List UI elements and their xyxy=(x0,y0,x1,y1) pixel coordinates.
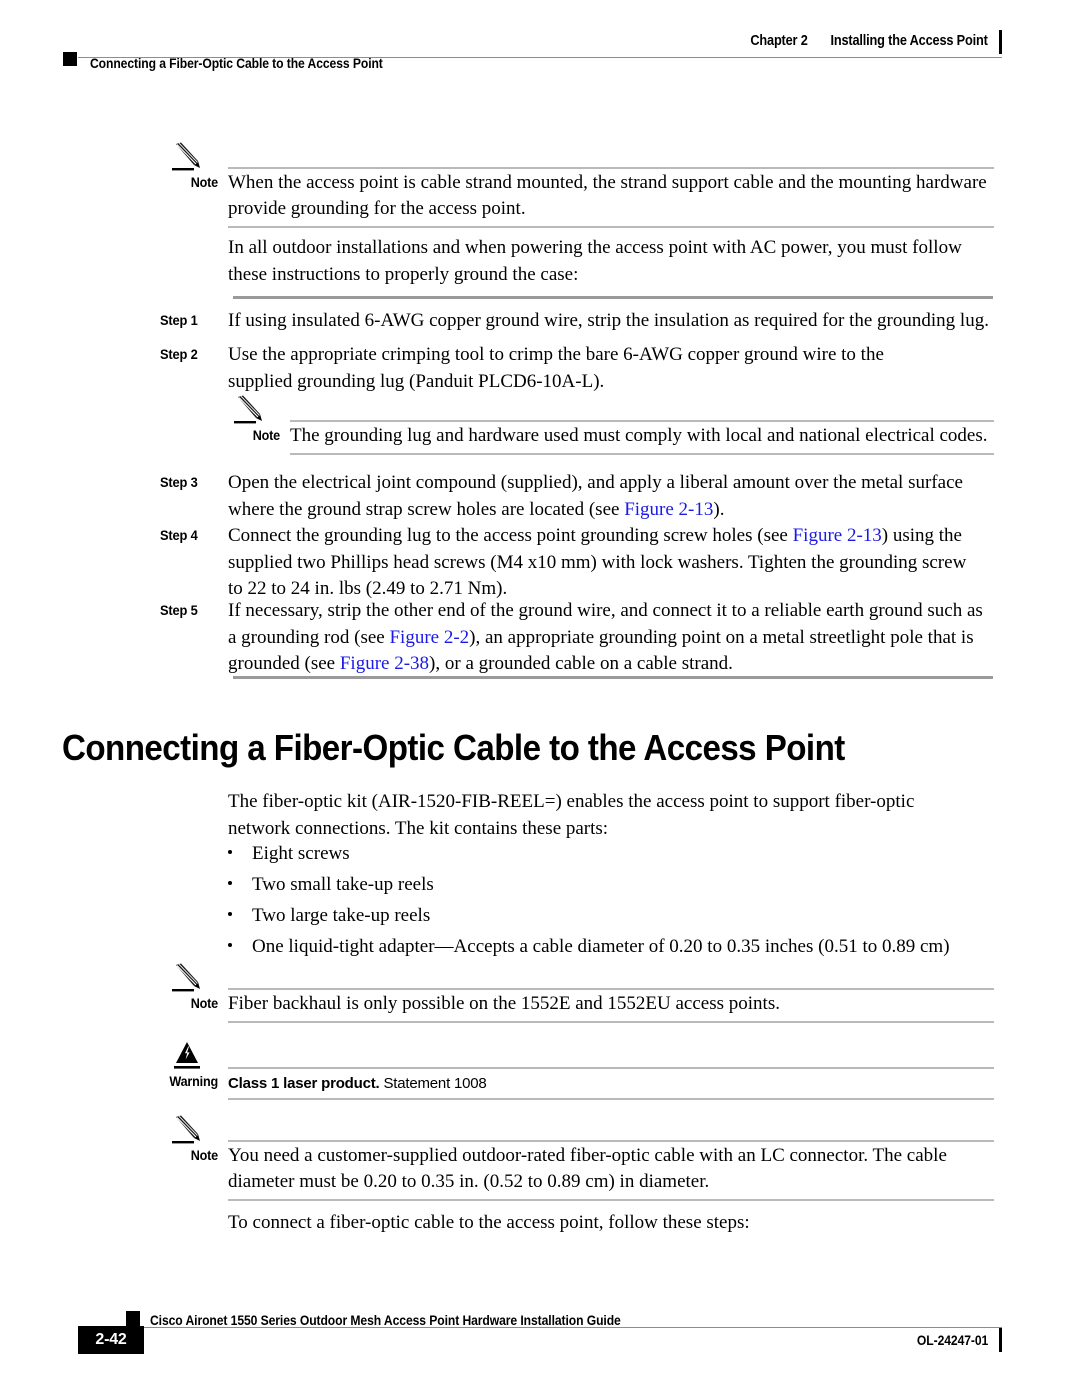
warning-text: Class 1 laser product. Statement 1008 xyxy=(228,1070,994,1097)
step-4-text-before: Connect the grounding lug to the access … xyxy=(228,525,793,546)
page-title: Connecting a Fiber-Optic Cable to the Ac… xyxy=(62,727,845,768)
header-chapter-number: Chapter 2 xyxy=(750,33,808,49)
step-2-text: Use the appropriate crimping tool to cri… xyxy=(228,344,884,392)
note-rule-bottom xyxy=(228,226,994,228)
header-tick-mark xyxy=(999,30,1002,54)
step-3-label: Step 3 xyxy=(160,474,198,490)
note-pencil-icon xyxy=(172,963,212,995)
steps-rule-bottom xyxy=(233,676,993,679)
step-3-text-before: Open the electrical joint compound (supp… xyxy=(228,472,963,520)
note-rule-top xyxy=(290,420,994,422)
note-pencil-icon xyxy=(234,395,274,427)
step-3-text: Open the electrical joint compound (supp… xyxy=(228,470,993,523)
warning-text-bold: Class 1 laser product. xyxy=(228,1075,380,1092)
note-pencil-icon xyxy=(172,142,212,174)
footer-square-bullet-icon xyxy=(126,1311,140,1326)
list-item-label: Two large take-up reels xyxy=(252,905,431,926)
header-section-title: Connecting a Fiber-Optic Cable to the Ac… xyxy=(90,56,383,71)
note-rule-top xyxy=(228,167,994,169)
note-label: Note xyxy=(190,174,218,190)
list-item-label: Two small take-up reels xyxy=(252,874,434,895)
step-4-text: Connect the grounding lug to the access … xyxy=(228,523,976,603)
note-label: Note xyxy=(190,995,218,1011)
header-chapter-title: Installing the Access Point xyxy=(830,33,988,49)
steps-rule-top xyxy=(233,296,993,299)
bullet-dot-icon xyxy=(228,850,232,854)
step-5-text: If necessary, strip the other end of the… xyxy=(228,598,993,678)
step-3-text-after: ). xyxy=(713,498,725,520)
step-3-figure-link[interactable]: Figure 2-13 xyxy=(624,499,713,520)
intro-paragraph: In all outdoor installations and when po… xyxy=(228,237,962,285)
step-5-figure-link-2[interactable]: Figure 2-38 xyxy=(340,653,429,674)
header-chapter-info: Chapter 2 Installing the Access Point xyxy=(751,33,988,49)
bullet-dot-icon xyxy=(228,881,232,885)
note-block-2: Note The grounding lug and hardware used… xyxy=(222,395,994,457)
bullet-dot-icon xyxy=(228,943,232,947)
page-footer: Cisco Aironet 1550 Series Outdoor Mesh A… xyxy=(0,1300,1080,1397)
note-pencil-icon xyxy=(172,1115,212,1147)
note-label: Note xyxy=(190,1147,218,1163)
note-rule-bottom xyxy=(228,1199,994,1201)
list-item-label: One liquid-tight adapter—Accepts a cable… xyxy=(252,936,950,957)
note-rule-bottom xyxy=(290,453,994,455)
footer-tick-mark xyxy=(999,1328,1002,1352)
header-square-bullet-icon xyxy=(63,52,77,66)
footer-guide-title: Cisco Aironet 1550 Series Outdoor Mesh A… xyxy=(150,1313,621,1328)
note-text-line-2: must be 0.20 to 0.35 in. (0.52 to 0.89 c… xyxy=(299,1171,710,1192)
step-5-label: Step 5 xyxy=(160,602,198,618)
note-text: When the access point is cable strand mo… xyxy=(228,172,987,219)
closing-paragraph: To connect a fiber-optic cable to the ac… xyxy=(228,1212,750,1233)
step-2-label: Step 2 xyxy=(160,346,198,362)
note-text: You need a customer-supplied outdoor-rat… xyxy=(228,1143,1008,1195)
bullet-dot-icon xyxy=(228,912,232,916)
note-rule-top xyxy=(228,988,994,990)
footer-document-number: OL-24247-01 xyxy=(916,1333,988,1348)
note-rule-bottom xyxy=(228,1021,994,1023)
step-5-figure-link-1[interactable]: Figure 2-2 xyxy=(389,627,469,648)
section-intro-paragraph: The fiber-optic kit (AIR-1520-FIB-REEL=)… xyxy=(228,791,915,839)
note-block-3: Note Fiber backhaul is only possible on … xyxy=(160,963,994,1023)
step-4-label: Step 4 xyxy=(160,527,198,543)
warning-label: Warning xyxy=(169,1073,218,1089)
step-1-label: Step 1 xyxy=(160,312,198,328)
note-text: The grounding lug and hardware used must… xyxy=(290,425,988,446)
warning-rule-bottom xyxy=(228,1098,994,1100)
note-block-1: Note When the access point is cable stra… xyxy=(160,142,994,228)
warning-text-rest: Statement 1008 xyxy=(379,1075,487,1092)
note-text: Fiber backhaul is only possible on the 1… xyxy=(228,993,780,1014)
footer-rule xyxy=(140,1327,1002,1328)
note-block-4: Note You need a customer-supplied outdoo… xyxy=(160,1115,994,1201)
step-4-figure-link[interactable]: Figure 2-13 xyxy=(793,525,882,546)
warning-rule-top xyxy=(228,1067,994,1069)
page-header: Chapter 2 Installing the Access Point Con… xyxy=(0,0,1080,100)
step-1-text: If using insulated 6-AWG copper ground w… xyxy=(228,310,989,331)
list-item-label: Eight screws xyxy=(252,843,350,864)
warning-block: Warning Class 1 laser product. Statement… xyxy=(160,1040,994,1102)
footer-page-number: 2-42 xyxy=(95,1331,127,1348)
note-label: Note xyxy=(252,427,280,443)
warning-triangle-icon xyxy=(174,1040,214,1072)
step-5-text-after: ), or a grounded cable on a cable strand… xyxy=(429,653,733,674)
note-rule-top xyxy=(228,1140,994,1142)
